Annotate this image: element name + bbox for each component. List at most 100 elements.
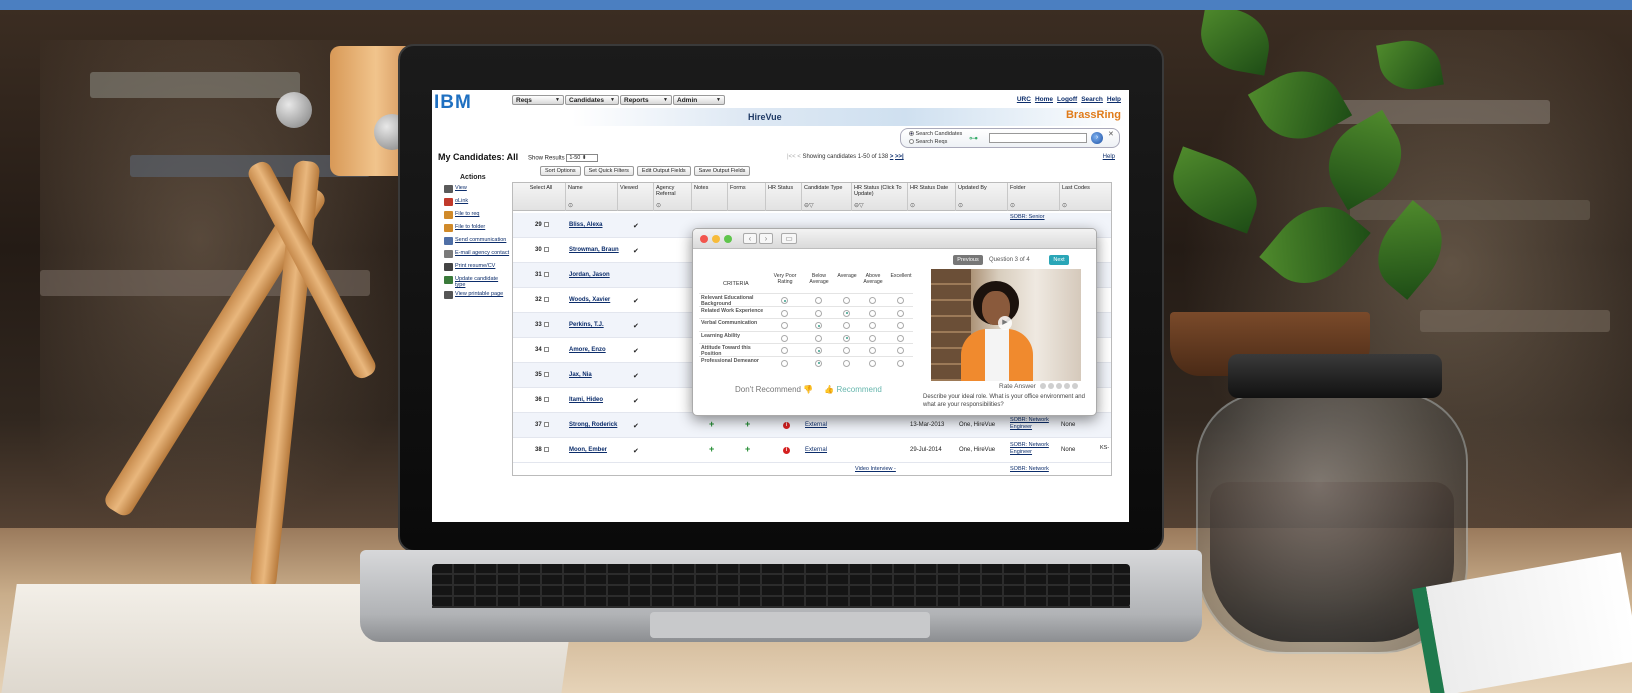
link-urc[interactable]: URC [1017,96,1031,103]
column-header[interactable]: HR Status Date [910,185,954,191]
action-item[interactable]: E-mail agency contact [444,250,510,260]
action-item[interactable]: Send communication [444,237,510,247]
rating-radio[interactable] [897,309,904,317]
row-checkbox[interactable] [543,272,549,277]
info-icon[interactable]: i [783,422,790,429]
candidate-name-link[interactable]: Woods, Xavier [569,297,610,303]
folder-link[interactable]: SOBR: Network [1010,466,1049,472]
rating-radio[interactable] [781,309,788,317]
show-results-select[interactable]: 1-50 ⬍ [566,154,599,162]
candidate-name-link[interactable]: Amore, Enzo [569,347,606,353]
add-note-icon[interactable]: + [709,419,714,429]
rating-radio[interactable] [897,297,904,304]
sort-icon[interactable]: ⊙ [910,202,915,209]
link-logoff[interactable]: Logoff [1057,96,1077,103]
column-header[interactable]: Forms [730,185,764,191]
action-item[interactable]: oLink [444,198,510,208]
rating-radio[interactable] [897,322,904,329]
link-help[interactable]: Help [1107,96,1121,103]
rating-radio[interactable] [897,347,904,354]
menu-reqs[interactable]: Reqs ▼ [512,95,564,105]
rating-radio[interactable] [843,322,850,329]
search-reqs-option[interactable]: Search Reqs [909,139,947,145]
rating-radio[interactable] [869,309,876,317]
table-row[interactable]: 38 Moon, Ember ✔ + + i External 29-Jul-2014 One,… [513,438,1111,463]
radio-icon[interactable] [909,139,914,145]
sort-options-button[interactable]: Sort Options [540,166,581,176]
table-row[interactable]: Video Interview - SOBR: Network [513,463,1111,475]
sort-icon[interactable]: ⊖▽ [804,202,814,209]
candidate-name-link[interactable]: Jordan, Jason [569,272,610,278]
next-button[interactable]: Next [1049,255,1069,265]
rating-radio[interactable] [815,359,822,367]
rating-radio[interactable] [843,309,850,317]
rating-dot[interactable] [1039,383,1046,390]
rating-dot[interactable] [1055,383,1062,390]
row-checkbox[interactable] [543,372,549,377]
search-candidates-option[interactable]: Search Candidates [909,131,962,137]
row-checkbox[interactable] [543,322,549,327]
action-item[interactable]: Print resume/CV [444,263,510,273]
row-checkbox[interactable] [543,447,549,452]
set-quick-filters-button[interactable]: Set Quick Filters [583,166,634,176]
rating-radio[interactable] [843,347,850,354]
help-link[interactable]: Help [1103,154,1115,160]
menu-reports[interactable]: Reports ▼ [620,95,672,105]
save-output-fields-button[interactable]: Save Output Fields [693,166,751,176]
interview-video[interactable]: ▶ [931,269,1081,381]
rating-radio[interactable] [843,359,850,367]
rating-radio[interactable] [781,347,788,354]
rating-dot[interactable] [1063,383,1070,390]
sort-icon[interactable]: ⊙ [568,202,573,209]
row-checkbox[interactable] [543,222,549,227]
action-item[interactable]: File to req [444,211,510,221]
search-go-button[interactable]: › [1091,132,1103,144]
info-icon[interactable]: i [783,447,790,454]
rating-radio[interactable] [897,359,904,367]
sort-icon[interactable]: ⊖▽ [854,202,864,209]
link-home[interactable]: Home [1035,96,1053,103]
back-arrow-icon[interactable]: ‹ [743,233,757,244]
previous-button[interactable]: Previous [953,255,983,265]
last-page-button[interactable]: >>| [895,154,904,160]
rating-radio[interactable] [869,334,876,342]
row-checkbox[interactable] [543,247,549,252]
sort-icon[interactable]: ⊙ [1010,202,1015,209]
rating-radio[interactable] [843,334,850,342]
menu-candidates[interactable]: Candidates ▼ [565,95,619,105]
rating-radio[interactable] [781,359,788,367]
candidate-name-link[interactable]: Itami, Hideo [569,397,603,403]
rating-dot[interactable] [1071,383,1078,390]
forward-arrow-icon[interactable]: › [759,233,773,244]
row-checkbox[interactable] [543,422,549,427]
hr-status-link[interactable]: Video Interview - [855,466,896,472]
action-item[interactable]: View printable page [444,291,510,301]
radio-icon[interactable] [909,131,914,137]
action-item[interactable]: Update candidate type [444,276,510,288]
candidate-name-link[interactable]: Strong, Roderick [569,422,617,428]
rating-radio[interactable] [869,359,876,367]
rating-radio[interactable] [815,322,822,329]
rating-radio[interactable] [843,297,850,304]
link-search[interactable]: Search [1081,96,1103,103]
column-header[interactable]: Viewed [620,185,652,191]
candidate-name-link[interactable]: Jax, Nia [569,372,592,378]
add-form-icon[interactable]: + [745,419,750,429]
menu-admin[interactable]: Admin ▼ [673,95,725,105]
column-header[interactable]: Candidate Type [804,185,850,191]
action-item[interactable]: File to folder [444,224,510,234]
candidate-name-link[interactable]: Perkins, T.J. [569,322,604,328]
column-header[interactable]: HR Status [768,185,800,191]
play-icon[interactable]: ▶ [998,316,1012,330]
sort-icon[interactable]: ⊙ [958,202,963,209]
column-header[interactable]: Select All [518,185,564,191]
edit-output-fields-button[interactable]: Edit Output Fields [636,166,691,176]
rating-radio[interactable] [897,334,904,342]
rating-radio[interactable] [869,297,876,304]
rating-radio[interactable] [781,297,788,304]
row-checkbox[interactable] [543,397,549,402]
rating-radio[interactable] [869,347,876,354]
column-header[interactable]: Folder [1010,185,1058,191]
minimize-window-icon[interactable] [712,235,720,243]
close-window-icon[interactable] [700,235,708,243]
